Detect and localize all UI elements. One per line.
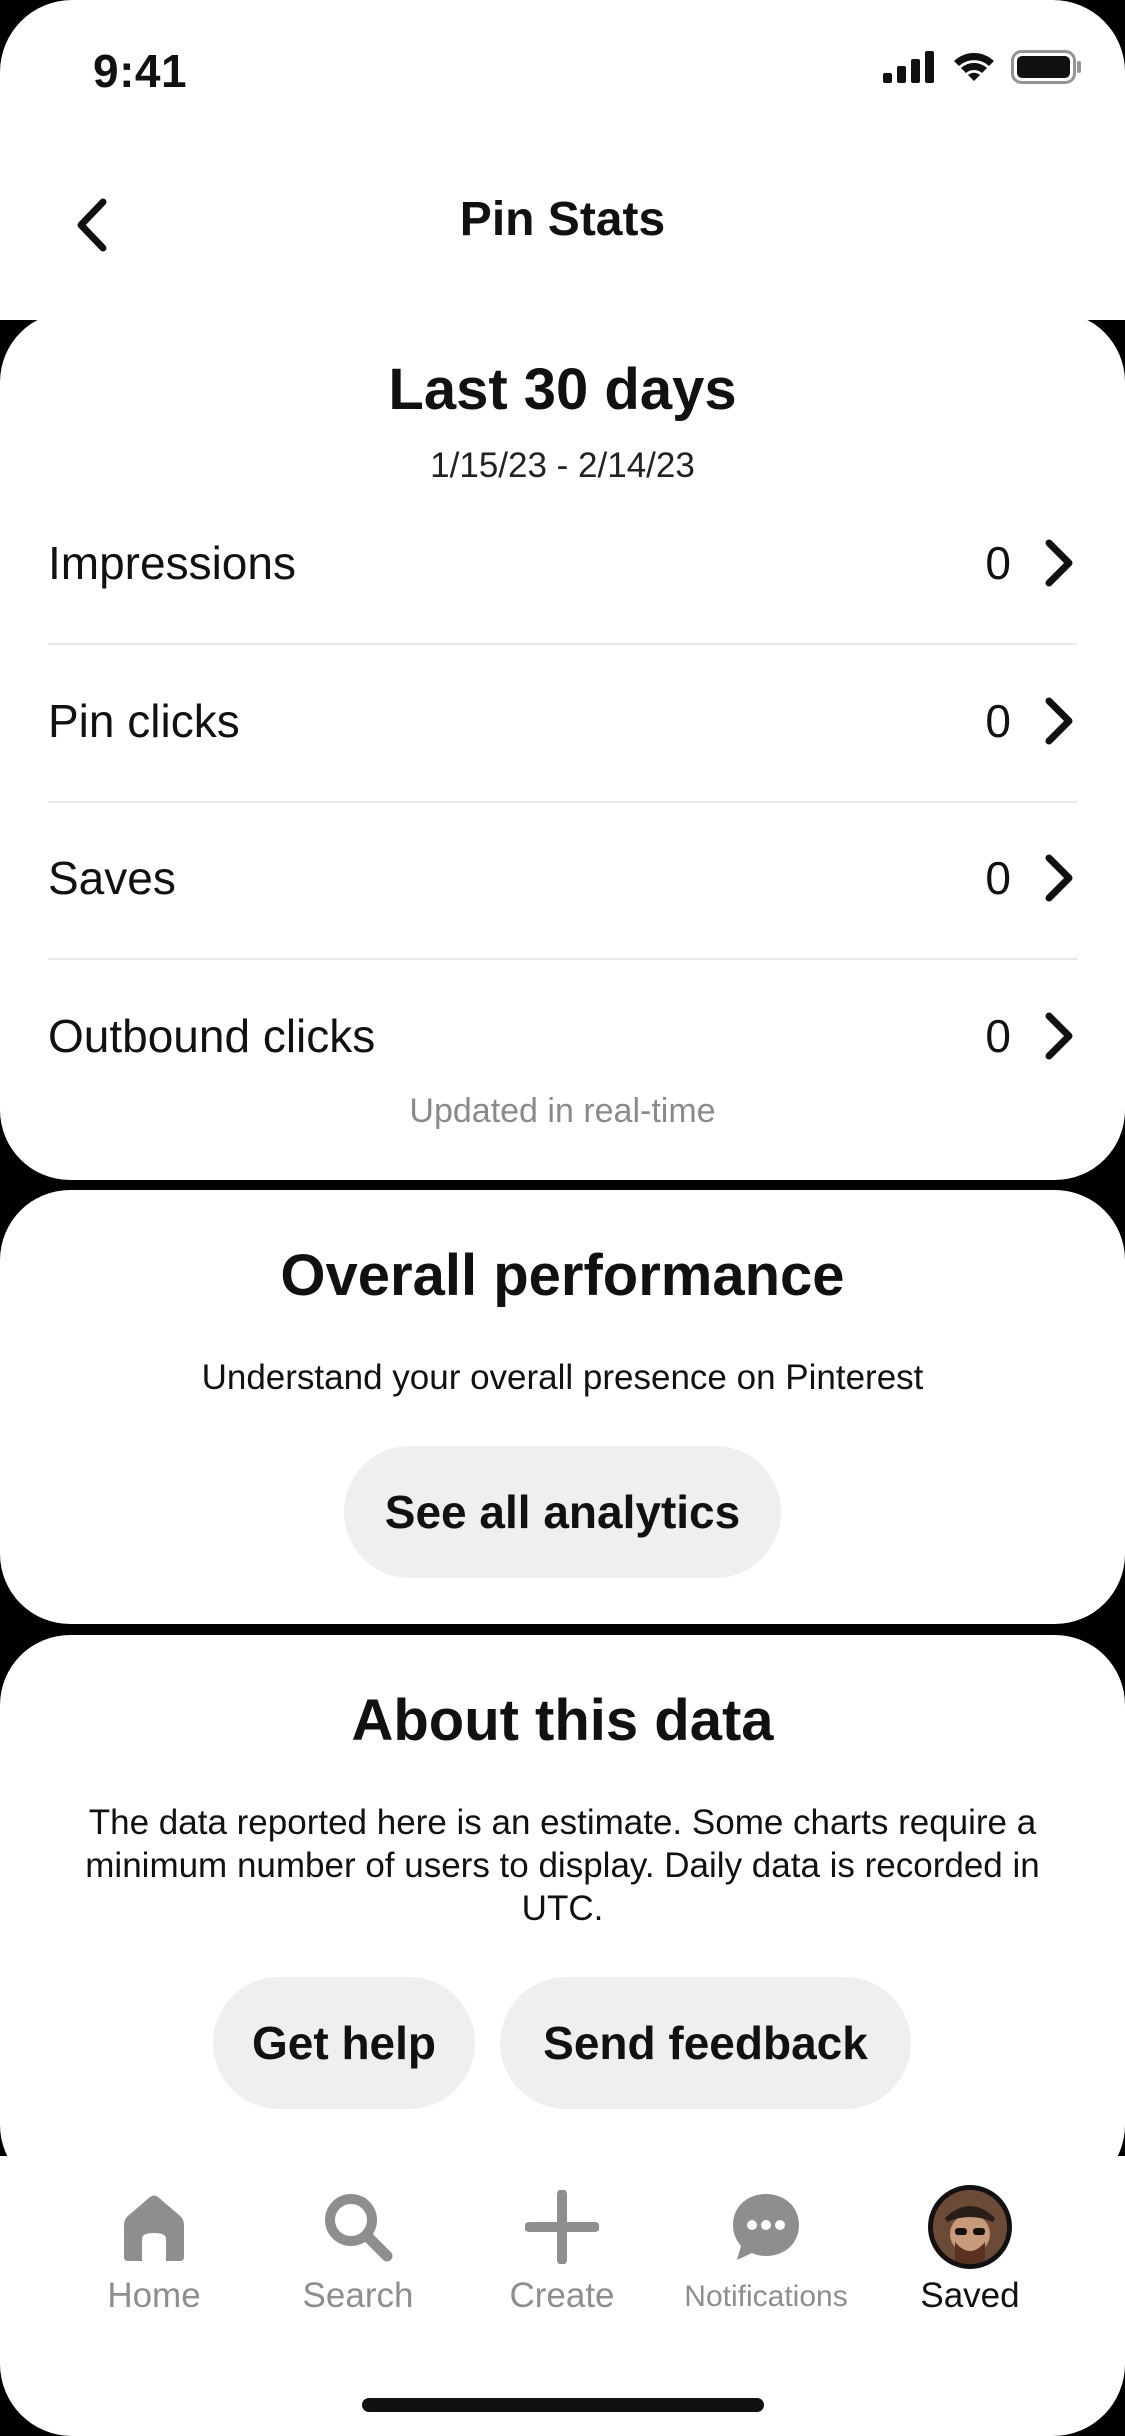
tab-saved-label: Saved	[920, 2276, 1020, 2315]
home-indicator	[362, 2398, 764, 2412]
performance-title: Overall performance	[280, 1243, 845, 1308]
stat-row-impressions[interactable]: Impressions 0	[48, 484, 1077, 641]
tab-create[interactable]: Create	[462, 2182, 662, 2316]
stat-label: Outbound clicks	[48, 1009, 376, 1062]
about-title: About this data	[351, 1688, 774, 1753]
tab-home[interactable]: Home	[54, 2182, 254, 2316]
tab-notifications-label: Notifications	[684, 2280, 848, 2313]
stat-value: 0	[985, 851, 1011, 904]
updated-note: Updated in real-time	[409, 1092, 716, 1130]
get-help-button[interactable]: Get help	[213, 1977, 475, 2109]
tab-search[interactable]: Search	[258, 2182, 458, 2316]
status-time: 9:41	[93, 45, 188, 97]
stat-value: 0	[985, 536, 1011, 589]
stat-label: Saves	[48, 851, 176, 904]
stat-label: Impressions	[48, 536, 296, 589]
tab-search-label: Search	[302, 2276, 414, 2315]
signal-icon	[883, 51, 934, 83]
stat-row-saves[interactable]: Saves 0	[48, 799, 1077, 956]
chevron-right-icon	[1041, 538, 1077, 588]
stat-label: Pin clicks	[48, 694, 240, 747]
stat-row-outbound-clicks[interactable]: Outbound clicks 0	[48, 957, 1077, 1114]
tab-create-label: Create	[509, 2276, 615, 2315]
plus-icon	[525, 2190, 599, 2264]
page-title: Pin Stats	[459, 193, 666, 246]
send-feedback-button[interactable]: Send feedback	[500, 1977, 911, 2109]
about-card: About this data The data reported here i…	[0, 1635, 1125, 2195]
search-icon	[325, 2194, 393, 2262]
stat-value: 0	[985, 694, 1011, 747]
tab-saved[interactable]: Saved	[870, 2182, 1070, 2316]
status-icons	[883, 50, 1083, 84]
see-all-analytics-button[interactable]: See all analytics	[344, 1446, 781, 1578]
date-range: 1/15/23 - 2/14/23	[430, 446, 695, 485]
performance-card: Overall performance Understand your over…	[0, 1190, 1125, 1624]
stat-value: 0	[985, 1009, 1011, 1062]
stats-card: Last 30 days 1/15/23 - 2/14/23 Impressio…	[0, 312, 1125, 1180]
chevron-right-icon	[1041, 696, 1077, 746]
performance-subtitle: Understand your overall presence on Pint…	[201, 1358, 924, 1397]
battery-icon	[1011, 50, 1081, 84]
chevron-right-icon	[1041, 853, 1077, 903]
tab-home-label: Home	[107, 2276, 201, 2315]
about-body: The data reported here is an estimate. S…	[85, 1803, 1040, 1928]
home-icon	[124, 2195, 184, 2261]
avatar	[928, 2185, 1012, 2269]
stat-row-pin-clicks[interactable]: Pin clicks 0	[48, 642, 1077, 799]
top-header: 9:41 Pin Stats	[0, 0, 1125, 320]
chevron-right-icon	[1041, 1011, 1077, 1061]
chat-bubble-icon	[733, 2194, 799, 2260]
wifi-icon	[954, 53, 994, 81]
tab-notifications[interactable]: Notifications	[666, 2182, 866, 2314]
stats-title: Last 30 days	[388, 357, 737, 422]
tab-bar: Home Search Create Notifications Saved	[0, 2156, 1125, 2436]
